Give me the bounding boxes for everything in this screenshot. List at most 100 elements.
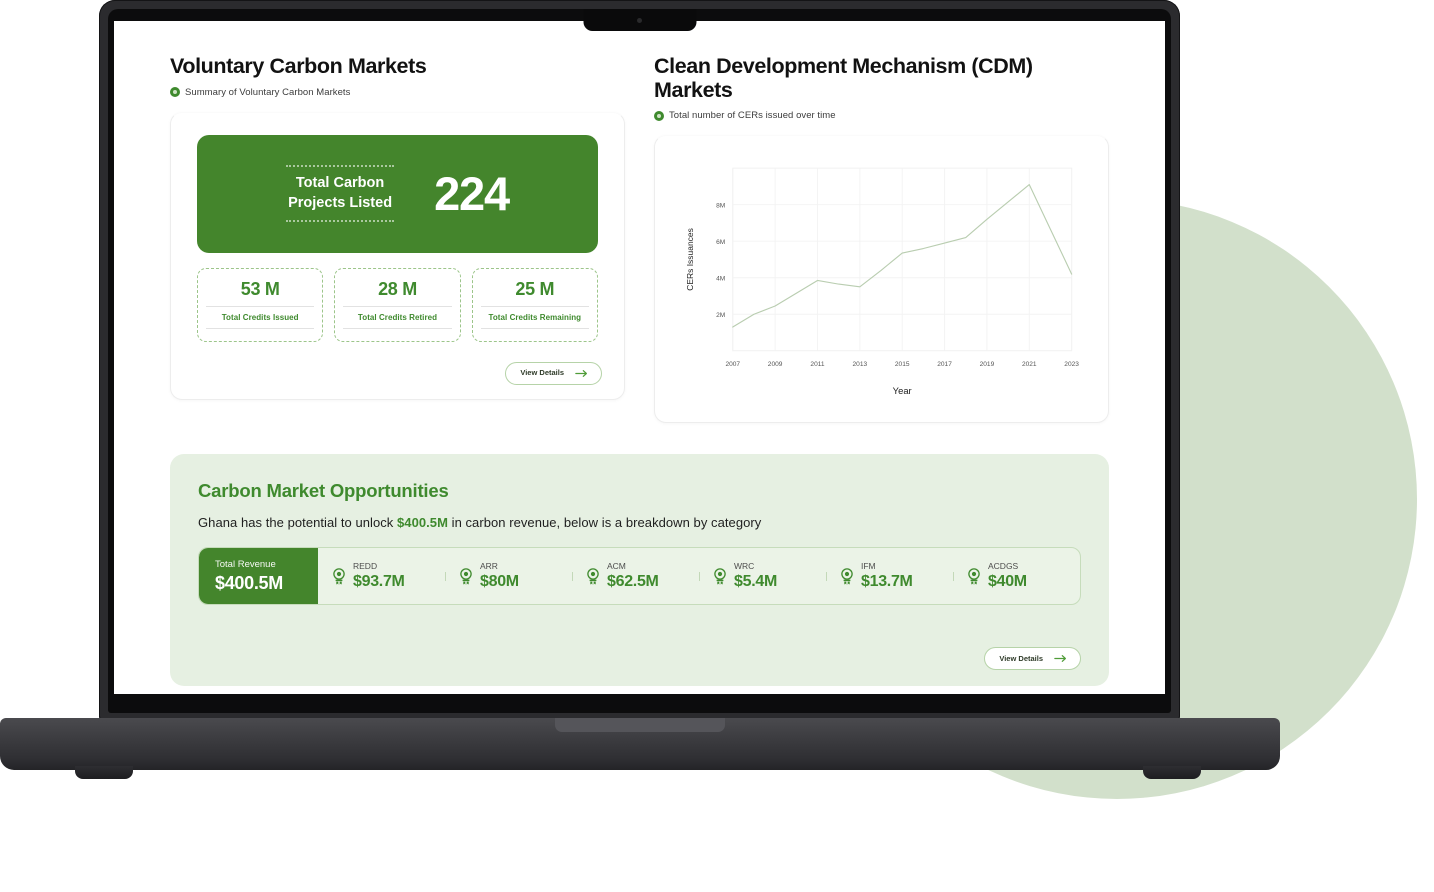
breakdown-item-name: ACDGS	[988, 560, 1019, 571]
total-projects-value: 224	[434, 167, 510, 221]
laptop-base	[0, 718, 1280, 779]
breakdown-item-value: $62.5M	[607, 573, 659, 591]
breakdown-item-ifm[interactable]: IFM $13.7M	[826, 560, 953, 591]
chart-ytick-label: 8M	[716, 203, 725, 210]
cers-line-chart-svg: 2M 4M 6M 8M 2007 2009 2011 2013 2015 2017 2019 2021…	[685, 167, 1079, 396]
breakdown-items-list: REDD $93.7M ARR $80M ACM $62.5M WRC $5.4M IFM $13…	[318, 548, 1080, 604]
total-revenue-label: Total Revenue	[215, 558, 276, 570]
stat-label: Total Credits Remaining	[480, 306, 589, 330]
page-title-voluntary: Voluntary Carbon Markets	[170, 54, 427, 78]
medal-icon	[587, 568, 599, 585]
medal-icon	[841, 568, 853, 585]
breakdown-item-text: ARR $80M	[480, 560, 519, 591]
opportunities-actions: View Details	[984, 647, 1081, 671]
breakdown-item-name: REDD	[353, 560, 378, 571]
total-revenue-value: $400.5M	[215, 572, 283, 593]
view-details-label: View Details	[999, 654, 1043, 664]
breakdown-item-value: $93.7M	[353, 573, 405, 591]
laptop-lid: Voluntary Carbon Markets Summary of Volu…	[99, 0, 1180, 722]
carbon-market-opportunities-panel: Carbon Market Opportunities Ghana has th…	[170, 454, 1109, 687]
chart-ytick-label: 2M	[716, 312, 725, 319]
opportunities-desc-suffix: in carbon revenue, below is a breakdown …	[447, 515, 762, 531]
top-panels-row: Voluntary Carbon Markets Summary of Volu…	[170, 54, 1109, 424]
laptop-device: Voluntary Carbon Markets Summary of Volu…	[99, 0, 1180, 722]
chart-ylabel: CERs Issuances	[685, 228, 695, 291]
stat-card-credits-remaining[interactable]: 25 M Total Credits Remaining	[471, 267, 598, 343]
chart-ytick-label: 4M	[716, 276, 725, 283]
stat-card-credits-retired[interactable]: 28 M Total Credits Retired	[334, 267, 461, 343]
breakdown-item-wrc[interactable]: WRC $5.4M	[699, 560, 826, 591]
view-details-button-opportunities[interactable]: View Details	[984, 647, 1081, 671]
breakdown-item-redd[interactable]: REDD $93.7M	[318, 560, 445, 591]
opportunities-description: Ghana has the potential to unlock $400.5…	[198, 515, 1081, 530]
credits-stat-row: 53 M Total Credits Issued 28 M Total Cre…	[197, 267, 598, 343]
voluntary-carbon-markets-panel: Voluntary Carbon Markets Summary of Volu…	[170, 54, 625, 423]
cers-issuances-chart: 2M 4M 6M 8M 2007 2009 2011 2013 2015 2017 2019 2021…	[665, 144, 1098, 422]
arrow-right-icon	[575, 369, 587, 377]
cdm-subtitle-row: Total number of CERs issued over time	[654, 110, 1109, 121]
total-projects-label: Total Carbon Projects Listed	[286, 165, 395, 223]
dashboard-page: Voluntary Carbon Markets Summary of Volu…	[114, 21, 1165, 694]
chart-xtick-label: 2017	[937, 361, 952, 368]
medal-icon	[333, 568, 345, 585]
opportunities-desc-highlight: $400.5M	[397, 515, 448, 531]
breakdown-item-text: ACM $62.5M	[607, 560, 659, 591]
arrow-right-icon	[1054, 655, 1066, 663]
breakdown-item-text: REDD $93.7M	[353, 560, 405, 591]
revenue-breakdown-bar: Total Revenue $400.5M REDD $93.7M ARR $80M A…	[198, 547, 1081, 606]
voluntary-summary-card: Total Carbon Projects Listed 224 53 M To…	[170, 111, 625, 400]
breakdown-item-text: ACDGS $40M	[988, 560, 1027, 591]
voluntary-card-body: Total Carbon Projects Listed 224 53 M To…	[171, 113, 624, 343]
breakdown-total-revenue: Total Revenue $400.5M	[199, 548, 318, 605]
voluntary-subtitle-text: Summary of Voluntary Carbon Markets	[185, 86, 351, 98]
cdm-chart-card: 2M 4M 6M 8M 2007 2009 2011 2013 2015 2017 2019 2021…	[654, 135, 1109, 424]
stat-value: 25 M	[515, 278, 555, 299]
view-details-label: View Details	[520, 368, 564, 378]
stat-label: Total Credits Issued	[206, 306, 315, 330]
info-circle-icon	[170, 87, 180, 98]
chart-xtick-label: 2023	[1064, 361, 1079, 368]
total-projects-label-line1: Total Carbon	[295, 175, 385, 192]
chart-xtick-label: 2015	[895, 361, 910, 368]
breakdown-item-value: $5.4M	[734, 573, 777, 591]
breakdown-item-text: WRC $5.4M	[734, 560, 777, 591]
breakdown-item-name: WRC	[734, 560, 755, 571]
medal-icon	[460, 568, 472, 585]
chart-xtick-label: 2019	[980, 361, 995, 368]
breakdown-item-value: $13.7M	[861, 573, 913, 591]
breakdown-item-name: ACM	[607, 560, 626, 571]
stat-value: 28 M	[378, 278, 417, 299]
chart-xtick-label: 2013	[853, 361, 868, 368]
laptop-foot-right	[1143, 766, 1201, 779]
total-projects-hero: Total Carbon Projects Listed 224	[197, 134, 598, 253]
stat-card-credits-issued[interactable]: 53 M Total Credits Issued	[197, 267, 324, 343]
total-projects-label-line2: Projects Listed	[288, 194, 393, 211]
opportunities-title: Carbon Market Opportunities	[198, 480, 449, 502]
chart-xlabel: Year	[893, 385, 912, 396]
laptop-base-groove	[555, 718, 725, 732]
laptop-notch	[583, 9, 696, 31]
breakdown-item-name: ARR	[480, 560, 498, 571]
cdm-markets-panel: Clean Development Mechanism (CDM) Market…	[654, 54, 1109, 424]
breakdown-item-acm[interactable]: ACM $62.5M	[572, 560, 699, 591]
breakdown-item-text: IFM $13.7M	[861, 560, 913, 591]
chart-xtick-label: 2009	[768, 361, 783, 368]
stat-value: 53 M	[240, 278, 280, 299]
breakdown-item-name: IFM	[861, 560, 876, 571]
chart-xtick-label: 2007	[725, 361, 740, 368]
view-details-button-voluntary[interactable]: View Details	[505, 361, 602, 385]
breakdown-item-arr[interactable]: ARR $80M	[445, 560, 572, 591]
voluntary-card-actions: View Details	[505, 361, 602, 385]
breakdown-item-acdgs[interactable]: ACDGS $40M	[953, 560, 1080, 591]
camera-dot-icon	[637, 18, 642, 23]
screenshot-stage: Voluntary Carbon Markets Summary of Volu…	[0, 0, 1434, 892]
laptop-foot-left	[75, 766, 133, 779]
chart-xtick-label: 2021	[1022, 361, 1037, 368]
voluntary-subtitle-row: Summary of Voluntary Carbon Markets	[170, 87, 625, 98]
cdm-subtitle-text: Total number of CERs issued over time	[669, 110, 836, 122]
chart-xtick-label: 2011	[810, 361, 824, 368]
breakdown-item-value: $40M	[988, 573, 1027, 591]
medal-icon	[968, 568, 980, 585]
breakdown-item-value: $80M	[480, 573, 519, 591]
laptop-screen: Voluntary Carbon Markets Summary of Volu…	[114, 21, 1165, 694]
